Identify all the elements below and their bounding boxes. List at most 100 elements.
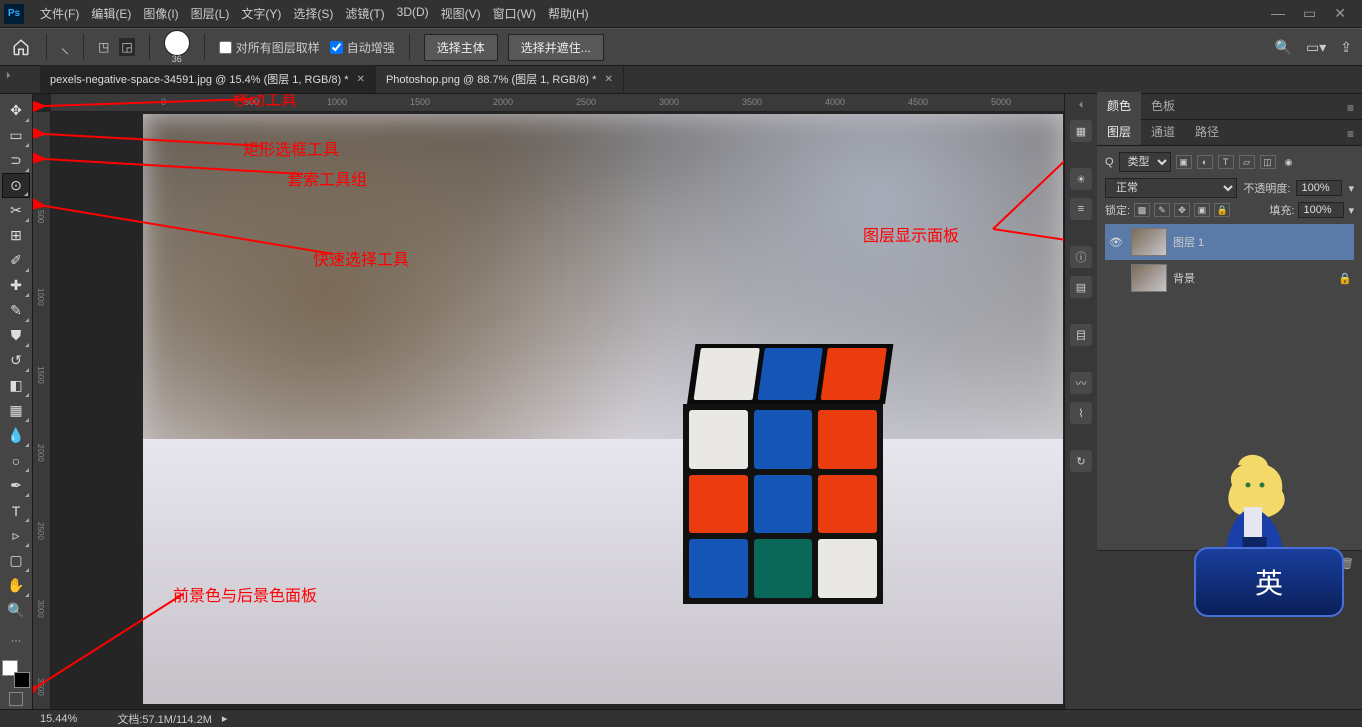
menu-item[interactable]: 文字(Y) xyxy=(235,1,287,26)
hand-tool[interactable]: ✋ xyxy=(2,573,30,598)
layer-thumbnail[interactable] xyxy=(1131,264,1167,292)
brush-tool[interactable]: ✎ xyxy=(2,298,30,323)
libraries-icon[interactable]: ▦ xyxy=(1070,120,1092,142)
eyedropper-tool[interactable]: ✐ xyxy=(2,248,30,273)
type-tool[interactable]: T xyxy=(2,498,30,523)
workspace-icon[interactable]: ▭▾ xyxy=(1306,39,1326,56)
selection-subtract-icon[interactable]: ◲ xyxy=(119,38,134,56)
maximize-icon[interactable]: ▭ xyxy=(1303,5,1316,22)
layer-name[interactable]: 背景 xyxy=(1173,270,1332,286)
pen-tool[interactable]: ✒ xyxy=(2,473,30,498)
selection-add-icon[interactable]: ◳ xyxy=(98,40,109,54)
adjustments-icon[interactable]: ☀ xyxy=(1070,168,1092,190)
channels-tab[interactable]: 通道 xyxy=(1141,118,1185,145)
share-icon[interactable]: ⇪ xyxy=(1340,39,1352,56)
lock-position-icon[interactable]: ✥ xyxy=(1174,203,1190,217)
zoom-level[interactable]: 15.44% xyxy=(40,713,77,725)
brush-settings-icon[interactable]: ⌇ xyxy=(1070,402,1092,424)
layer-kind-select[interactable]: 类型 xyxy=(1119,152,1171,172)
fill-input[interactable]: 100% xyxy=(1298,202,1344,218)
foreground-background-swatch[interactable] xyxy=(2,660,30,688)
swatches-tab[interactable]: 色板 xyxy=(1141,92,1185,119)
history-brush-tool[interactable]: ↺ xyxy=(2,348,30,373)
visibility-toggle-icon[interactable]: 👁 xyxy=(1107,236,1125,249)
lock-artboard-icon[interactable]: ▣ xyxy=(1194,203,1210,217)
opacity-input[interactable]: 100% xyxy=(1296,180,1342,196)
filter-smart-icon[interactable]: ◫ xyxy=(1260,155,1276,169)
auto-enhance-checkbox[interactable]: 自动增强 xyxy=(330,39,395,56)
canvas[interactable] xyxy=(143,114,1063,704)
search-icon[interactable]: 🔍 xyxy=(1275,39,1292,56)
close-icon[interactable]: ✕ xyxy=(1334,5,1346,22)
rectangle-tool[interactable]: ▢ xyxy=(2,548,30,573)
menu-item[interactable]: 图像(I) xyxy=(137,1,184,26)
lock-transparent-icon[interactable]: ▩ xyxy=(1134,203,1150,217)
document-tab[interactable]: pexels-negative-space-34591.jpg @ 15.4% … xyxy=(40,65,376,93)
color-tab[interactable]: 颜色 xyxy=(1097,92,1141,119)
layers-panel-menu-icon[interactable]: ≡ xyxy=(1339,123,1362,145)
close-tab-icon[interactable]: ✕ xyxy=(357,74,365,85)
menu-item[interactable]: 窗口(W) xyxy=(487,1,542,26)
history-icon[interactable]: ↻ xyxy=(1070,450,1092,472)
eraser-tool[interactable]: ◧ xyxy=(2,373,30,398)
document-info[interactable]: 文档:57.1M/114.2M xyxy=(117,711,212,727)
background-color[interactable] xyxy=(14,672,30,688)
brushes-icon[interactable]: 〰 xyxy=(1070,372,1092,394)
character-icon[interactable]: 目 xyxy=(1070,324,1092,346)
filter-pixel-icon[interactable]: ▣ xyxy=(1176,155,1192,169)
fill-chevron-icon[interactable]: ▾ xyxy=(1348,204,1354,217)
layers-tab[interactable]: 图层 xyxy=(1097,118,1141,145)
gradient-tool[interactable]: ▦ xyxy=(2,398,30,423)
blur-tool[interactable]: 💧 xyxy=(2,423,30,448)
path-selection-tool[interactable]: ▹ xyxy=(2,523,30,548)
home-icon[interactable] xyxy=(10,36,32,58)
select-subject-button[interactable]: 选择主体 xyxy=(424,34,498,61)
menu-item[interactable]: 视图(V) xyxy=(435,1,487,26)
minimize-icon[interactable]: ― xyxy=(1271,5,1285,22)
frame-tool[interactable]: ⊞ xyxy=(2,223,30,248)
menu-item[interactable]: 帮助(H) xyxy=(542,1,595,26)
styles-icon[interactable]: ≡ xyxy=(1070,198,1092,220)
properties-icon[interactable]: ▤ xyxy=(1070,276,1092,298)
quickmask-toggle[interactable] xyxy=(9,692,23,706)
layer-row[interactable]: 👁 图层 1 xyxy=(1105,224,1354,260)
close-tab-icon[interactable]: ✕ xyxy=(604,74,612,85)
collapse-toolbar-icon[interactable]: ⏵ xyxy=(6,70,22,82)
zoom-tool[interactable]: 🔍 xyxy=(2,598,30,623)
layer-thumbnail[interactable] xyxy=(1131,228,1167,256)
opacity-chevron-icon[interactable]: ▾ xyxy=(1348,182,1354,195)
tool-preset-icon[interactable]: ⸜ xyxy=(61,36,69,58)
lock-pixels-icon[interactable]: ✎ xyxy=(1154,203,1170,217)
layer-row[interactable]: 背景🔒 xyxy=(1105,260,1354,296)
healing-tool[interactable]: ✚ xyxy=(2,273,30,298)
dodge-tool[interactable]: ○ xyxy=(2,448,30,473)
blend-mode-select[interactable]: 正常 xyxy=(1105,178,1237,198)
panel-menu-icon[interactable]: ≡ xyxy=(1339,97,1362,119)
quick-selection-tool[interactable]: ⊙ xyxy=(2,173,30,198)
brush-preview-icon[interactable] xyxy=(164,30,190,56)
menu-item[interactable]: 图层(L) xyxy=(185,1,236,26)
filter-adjust-icon[interactable]: ◐ xyxy=(1197,155,1213,169)
layer-name[interactable]: 图层 1 xyxy=(1173,234,1352,250)
move-tool[interactable]: ✥ xyxy=(2,98,30,123)
expand-panels-icon[interactable]: ⏴ xyxy=(1079,100,1084,112)
menu-item[interactable]: 选择(S) xyxy=(287,1,339,26)
menu-item[interactable]: 3D(D) xyxy=(391,1,435,26)
menu-item[interactable]: 滤镜(T) xyxy=(339,1,390,26)
lock-all-icon[interactable]: 🔒 xyxy=(1214,203,1230,217)
menu-item[interactable]: 编辑(E) xyxy=(85,1,137,26)
filter-toggle-icon[interactable]: ◉ xyxy=(1281,155,1297,169)
crop-tool[interactable]: ✂ xyxy=(2,198,30,223)
document-tab[interactable]: Photoshop.png @ 88.7% (图层 1, RGB/8) *✕ xyxy=(376,65,624,93)
info-icon[interactable]: ⓘ xyxy=(1070,246,1092,268)
menu-item[interactable]: 文件(F) xyxy=(34,1,85,26)
lasso-tool[interactable]: ⊃ xyxy=(2,148,30,173)
ime-indicator[interactable]: 英 xyxy=(1194,547,1344,617)
edit-toolbar-icon[interactable]: ⋯ xyxy=(2,629,30,654)
filter-type-icon[interactable]: T xyxy=(1218,155,1234,169)
sample-all-layers-checkbox[interactable]: 对所有图层取样 xyxy=(219,39,320,56)
filter-shape-icon[interactable]: ▱ xyxy=(1239,155,1255,169)
select-and-mask-button[interactable]: 选择并遮住... xyxy=(508,34,604,61)
paths-tab[interactable]: 路径 xyxy=(1185,118,1229,145)
marquee-tool[interactable]: ▭ xyxy=(2,123,30,148)
